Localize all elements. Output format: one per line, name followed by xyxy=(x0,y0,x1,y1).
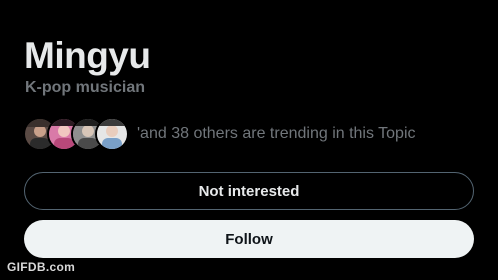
follow-label: Follow xyxy=(225,230,273,248)
topic-title: Mingyu xyxy=(24,35,151,76)
trending-text: 'and 38 others are trending in this Topi… xyxy=(137,125,416,142)
topic-subtitle: K-pop musician xyxy=(25,79,146,96)
not-interested-button[interactable]: Not interested xyxy=(24,172,474,210)
follow-button[interactable]: Follow xyxy=(24,220,474,258)
topic-sheet: Mingyu K-pop musician 'and 38 others are… xyxy=(0,0,498,280)
watermark: GIFDB.com xyxy=(7,260,76,274)
not-interested-label: Not interested xyxy=(198,182,300,200)
trending-avatars xyxy=(23,117,129,151)
user-avatar-icon xyxy=(95,117,129,151)
